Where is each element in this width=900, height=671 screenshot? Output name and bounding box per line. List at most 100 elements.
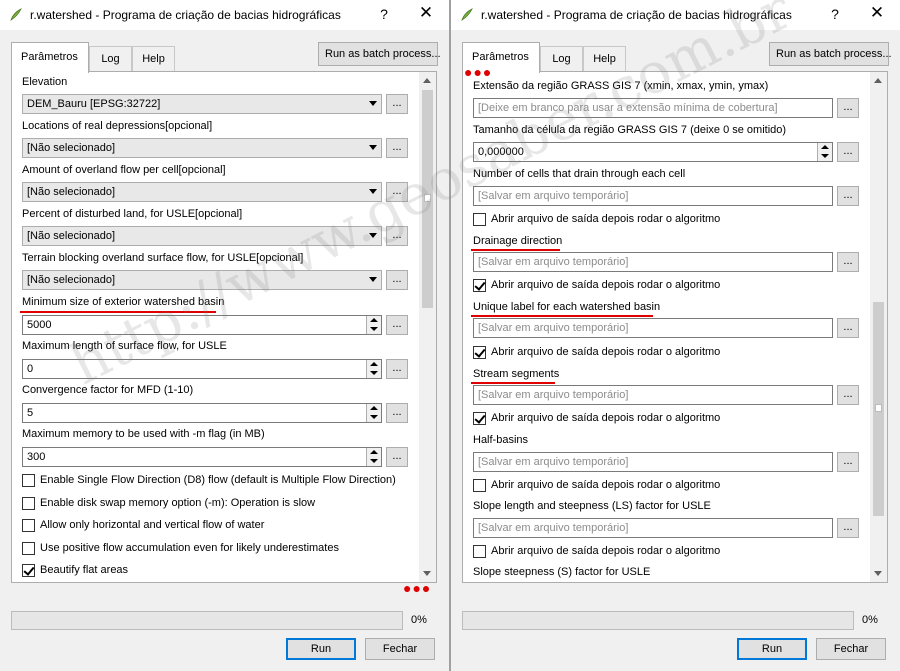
tab-log[interactable]: Log (89, 46, 132, 72)
blocking-select[interactable]: [Não selecionado] (22, 270, 382, 290)
open-output-checkbox[interactable] (473, 346, 486, 359)
memory-label: Maximum memory to be used with -m flag (… (22, 428, 265, 440)
progress-percent: 0% (411, 614, 427, 626)
disturbed-select[interactable]: [Não selecionado] (22, 226, 382, 246)
convergence-input[interactable]: 5 (22, 403, 382, 423)
tab-help[interactable]: Help (132, 46, 175, 72)
tab-parametros[interactable]: Parâmetros (11, 42, 89, 73)
browse-button[interactable]: ... (386, 359, 408, 379)
disk-swap-checkbox[interactable] (22, 497, 35, 510)
browse-button[interactable]: ... (837, 318, 859, 338)
cellsize-input[interactable]: 0,000000 (473, 142, 833, 162)
overland-select[interactable]: [Não selecionado] (22, 182, 382, 202)
beautify-checkbox[interactable] (22, 564, 35, 577)
help-icon[interactable]: ? (376, 6, 392, 22)
browse-button[interactable]: ... (386, 403, 408, 423)
disk-swap-label: Enable disk swap memory option (-m): Ope… (40, 497, 316, 509)
positive-flow-checkbox[interactable] (22, 542, 35, 555)
browse-button[interactable]: ... (386, 315, 408, 335)
spinner[interactable] (366, 404, 381, 422)
progress-bar (462, 611, 854, 630)
output-file-input[interactable]: [Salvar em arquivo temporário] (473, 186, 833, 206)
highlight-underline (471, 382, 555, 384)
help-icon[interactable]: ? (827, 6, 843, 22)
output-file-input[interactable]: [Salvar em arquivo temporário] (473, 452, 833, 472)
scroll-down-icon[interactable] (874, 571, 882, 576)
spinner[interactable] (366, 448, 381, 466)
spinner[interactable] (817, 143, 832, 161)
spinner[interactable] (366, 360, 381, 378)
browse-button[interactable]: ... (386, 182, 408, 202)
output-file-input[interactable]: [Salvar em arquivo temporário] (473, 318, 833, 338)
open-output-checkbox[interactable] (473, 279, 486, 292)
extent-input[interactable]: [Deixe em branco para usar a extensão mí… (473, 98, 833, 118)
parameters-panel: Elevation DEM_Bauru [EPSG:32722] ... Loc… (11, 71, 437, 583)
browse-button[interactable]: ... (386, 94, 408, 114)
browse-button[interactable]: ... (386, 226, 408, 246)
browse-button[interactable]: ... (837, 252, 859, 272)
highlight-underline (471, 249, 560, 251)
minsize-label: Minimum size of exterior watershed basin (22, 296, 225, 308)
browse-button[interactable]: ... (837, 98, 859, 118)
maxlen-input[interactable]: 0 (22, 359, 382, 379)
browse-button[interactable]: ... (837, 142, 859, 162)
output-label: Drainage direction (473, 235, 563, 247)
title-bar: r.watershed - Programa de criação de bac… (0, 0, 449, 30)
elevation-label: Elevation (22, 76, 68, 88)
browse-button[interactable]: ... (837, 518, 859, 538)
output-label: Stream segments (473, 368, 560, 380)
open-output-label: Abrir arquivo de saída depois rodar o al… (491, 213, 721, 225)
scroll-up-icon[interactable] (874, 78, 882, 83)
chevron-down-icon (369, 101, 377, 106)
highlight-dots: ●●● (464, 64, 493, 80)
scroll-thumb[interactable] (422, 90, 433, 308)
depressions-select[interactable]: [Não selecionado] (22, 138, 382, 158)
elevation-value: DEM_Bauru [EPSG:32722] (27, 98, 161, 110)
open-output-checkbox[interactable] (473, 412, 486, 425)
disturbed-label: Percent of disturbed land, for USLE[opci… (22, 208, 243, 220)
close-icon[interactable]: ✕ (416, 3, 436, 23)
maxlen-value: 0 (27, 363, 34, 375)
convergence-value: 5 (27, 407, 34, 419)
sfd-checkbox[interactable] (22, 474, 35, 487)
browse-button[interactable]: ... (386, 138, 408, 158)
run-batch-button[interactable]: Run as batch process... (318, 42, 441, 66)
title-bar: r.watershed - Programa de criação de bac… (451, 0, 900, 30)
run-button[interactable]: Run (286, 638, 356, 660)
progress-bar (11, 611, 403, 630)
output-file-input[interactable]: [Salvar em arquivo temporário] (473, 385, 833, 405)
browse-button[interactable]: ... (837, 452, 859, 472)
close-button[interactable]: Fechar (365, 638, 435, 660)
scroll-up-icon[interactable] (423, 78, 431, 83)
tab-log[interactable]: Log (540, 46, 583, 72)
scroll-down-icon[interactable] (423, 571, 431, 576)
browse-button[interactable]: ... (837, 186, 859, 206)
output-file-input[interactable]: [Salvar em arquivo temporário] (473, 252, 833, 272)
close-button[interactable]: Fechar (816, 638, 886, 660)
run-batch-button[interactable]: Run as batch process... (769, 42, 892, 66)
close-icon[interactable]: ✕ (867, 3, 887, 23)
browse-button[interactable]: ... (837, 385, 859, 405)
output-label: Unique label for each watershed basin (473, 301, 661, 313)
tab-help[interactable]: Help (583, 46, 626, 72)
scroll-thumb[interactable] (873, 302, 884, 516)
memory-input[interactable]: 300 (22, 447, 382, 467)
browse-button[interactable]: ... (386, 270, 408, 290)
output-file-input[interactable]: [Salvar em arquivo temporário] (473, 518, 833, 538)
open-output-checkbox[interactable] (473, 479, 486, 492)
vertical-scrollbar[interactable] (419, 72, 436, 582)
open-output-checkbox[interactable] (473, 213, 486, 226)
output-label: Slope length and steepness (LS) factor f… (473, 500, 711, 512)
output-label: Number of cells that drain through each … (473, 168, 686, 180)
elevation-select[interactable]: DEM_Bauru [EPSG:32722] (22, 94, 382, 114)
open-output-checkbox[interactable] (473, 545, 486, 558)
vertical-scrollbar[interactable] (870, 72, 887, 582)
chevron-down-icon (369, 233, 377, 238)
highlight-dots: ●●● (403, 580, 432, 596)
minsize-input[interactable]: 5000 (22, 315, 382, 335)
run-button[interactable]: Run (737, 638, 807, 660)
browse-button[interactable]: ... (386, 447, 408, 467)
qgis-grass-icon (461, 8, 473, 21)
hv-flow-checkbox[interactable] (22, 519, 35, 532)
spinner[interactable] (366, 316, 381, 334)
